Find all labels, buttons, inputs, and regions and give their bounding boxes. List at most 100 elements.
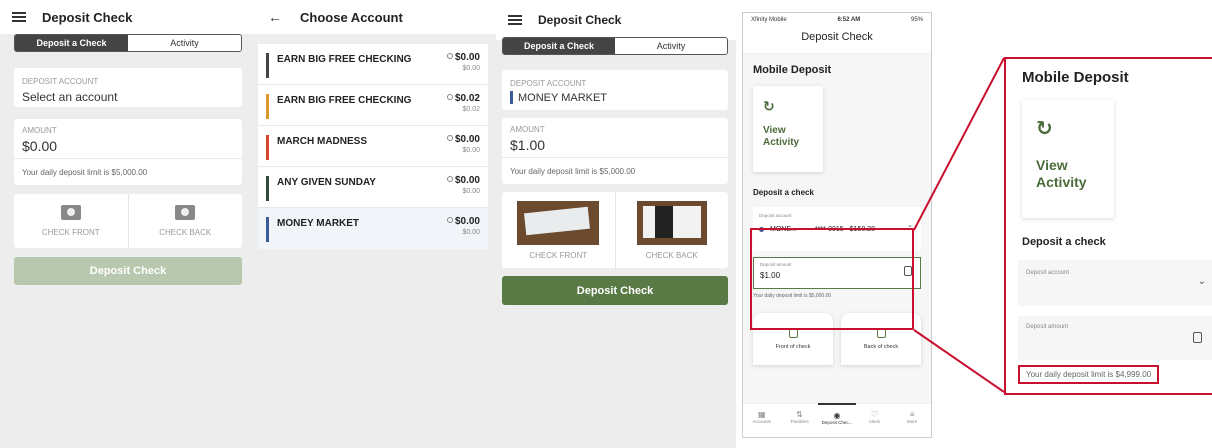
account-row-selected[interactable]: MONEY MARKET $0.00 $0.00 (258, 208, 488, 249)
refresh-icon: ↻ (763, 98, 775, 114)
check-back-label: CHECK BACK (645, 250, 698, 260)
account-balance: $0.00 (454, 216, 480, 227)
deposit-account-field[interactable]: DEPOSIT ACCOUNT Select an account (14, 68, 242, 107)
account-color-bar (266, 135, 269, 160)
account-row[interactable]: EARN BIG FREE CHECKING $0.02 $0.02 (258, 85, 488, 126)
account-name: ANY GIVEN SUNDAY (277, 177, 376, 188)
top-bar: Deposit Check (0, 0, 256, 34)
menu-icon[interactable] (508, 15, 522, 25)
deposit-account-label: DEPOSIT ACCOUNT (510, 79, 587, 88)
bottom-nav: ▦ Accounts ⇅ Transfers ◉ Deposit Chec... ♡ A… (743, 403, 931, 437)
deposit-a-check-heading: Deposit a check (753, 188, 814, 197)
account-row[interactable]: ANY GIVEN SUNDAY $0.00 $0.00 (258, 167, 488, 208)
deposit-account-field[interactable]: DEPOSIT ACCOUNT MONEY MARKET (502, 70, 728, 110)
view-activity-label: View Activity (763, 125, 800, 148)
camera-icon: ◉ (833, 411, 841, 420)
page-title: Deposit Check (42, 9, 133, 25)
deposit-amount-field[interactable]: Deposit amount (1018, 316, 1212, 360)
deposit-amount-label: Deposit amount (1026, 324, 1069, 330)
clock-icon (446, 217, 453, 223)
account-color-bar (266, 176, 269, 201)
amount-value: $1.00 (510, 137, 546, 153)
check-back-button[interactable]: CHECK BACK (127, 194, 243, 248)
check-back-label: CHECK BACK (159, 228, 212, 237)
bell-icon: ♡ (870, 410, 879, 419)
menu-icon[interactable] (12, 12, 26, 22)
zoomed-detail: Mobile Deposit ↻ View Activity Deposit a… (1004, 57, 1212, 395)
view-activity-tile[interactable]: ↻ View Activity (1022, 100, 1114, 218)
accounts-icon: ▦ (758, 410, 766, 419)
deposit-limit-text: Your daily deposit limit is $5,000.00 (510, 167, 636, 176)
check-front-button[interactable]: CHECK FRONT (502, 192, 615, 268)
account-name: EARN BIG FREE CHECKING (277, 95, 412, 106)
transfers-icon: ⇅ (796, 410, 803, 419)
amount-label: AMOUNT (22, 126, 57, 135)
segmented-tabs: Deposit a Check Activity (502, 37, 728, 55)
account-available: $0.00 (462, 229, 480, 236)
check-front-label: CHECK FRONT (41, 228, 100, 237)
segmented-tabs: Deposit a Check Activity (14, 34, 242, 52)
back-of-check-label: Back of check (863, 343, 899, 350)
back-arrow-icon[interactable]: ← (268, 9, 282, 25)
lock-icon (1193, 332, 1202, 343)
check-back-image (636, 200, 707, 245)
deposit-limit-text: Your daily deposit limit is $4,999.00 (1018, 365, 1160, 384)
tab-deposit-a-check[interactable]: Deposit a Check (503, 38, 615, 54)
account-balance: $0.02 (454, 93, 480, 104)
account-balance: $0.00 (454, 52, 480, 63)
check-capture-row: CHECK FRONT CHECK BACK (502, 192, 728, 268)
view-activity-tile[interactable]: ↻ View Activity (753, 86, 823, 172)
account-color-bar (266, 217, 269, 242)
deposit-account-label: DEPOSIT ACCOUNT (22, 77, 99, 86)
check-front-button[interactable]: CHECK FRONT (14, 194, 128, 248)
top-bar: ← Choose Account (256, 0, 496, 34)
deposit-check-button[interactable]: Deposit Check (502, 276, 728, 305)
deposit-account-label: Deposit account (1026, 270, 1070, 276)
screen-deposit-check-empty: Deposit Check Deposit a Check Activity D… (0, 0, 256, 448)
check-front-image (517, 200, 600, 245)
refresh-icon: ↻ (1036, 118, 1053, 140)
amount-value: $0.00 (22, 138, 58, 154)
camera-icon (175, 205, 196, 220)
clock-icon (446, 53, 453, 59)
nav-more[interactable]: ≡ More (893, 404, 931, 437)
check-back-button[interactable]: CHECK BACK (614, 192, 729, 268)
screen-phone-mobile-deposit: Xfinity Mobile 6:52 AM 95% Deposit Check… (736, 0, 1212, 448)
account-row[interactable]: MARCH MADNESS $0.00 $0.00 (258, 126, 488, 167)
account-row[interactable]: EARN BIG FREE CHECKING $0.00 $0.00 (258, 44, 488, 85)
page-title: Deposit Check (538, 13, 622, 27)
account-color-bar (266, 53, 269, 78)
page-title: Deposit Check (743, 27, 931, 54)
top-bar: Deposit Check (496, 0, 736, 40)
deposit-a-check-heading: Deposit a check (1022, 236, 1106, 248)
screen-deposit-check-filled: Deposit Check Deposit a Check Activity D… (496, 0, 736, 448)
chevron-down-icon: ⌄ (1197, 276, 1206, 287)
deposit-check-button[interactable]: Deposit Check (14, 257, 242, 285)
phone-frame: Xfinity Mobile 6:52 AM 95% Deposit Check… (742, 12, 932, 438)
clock-icon (446, 135, 453, 141)
clock-icon (446, 176, 453, 182)
camera-icon (60, 205, 81, 220)
amount-field[interactable]: AMOUNT $1.00 (502, 118, 728, 158)
front-of-check-label: Front of check (775, 343, 811, 350)
amount-field[interactable]: AMOUNT $0.00 (14, 119, 242, 159)
mobile-deposit-heading: Mobile Deposit (753, 64, 832, 76)
more-icon: ≡ (909, 410, 915, 419)
account-name: EARN BIG FREE CHECKING (277, 54, 412, 65)
tab-activity[interactable]: Activity (615, 38, 727, 54)
nav-transfers[interactable]: ⇅ Transfers (781, 404, 819, 437)
tab-activity[interactable]: Activity (128, 35, 241, 51)
deposit-limit-text: Your daily deposit limit is $5,000.00 (22, 168, 148, 177)
deposit-account-select[interactable]: Deposit account ⌄ (1018, 260, 1212, 306)
nav-deposit-check[interactable]: ◉ Deposit Chec... (818, 403, 856, 437)
tab-deposit-a-check[interactable]: Deposit a Check (15, 35, 128, 51)
account-name: MARCH MADNESS (277, 136, 367, 147)
account-balance: $0.00 (454, 134, 480, 145)
deposit-account-value: MONEY MARKET (518, 91, 608, 104)
account-available: $0.02 (462, 106, 480, 113)
nav-alerts[interactable]: ♡ Alerts (856, 404, 894, 437)
battery-label: 95% (910, 17, 923, 23)
amount-card: AMOUNT $1.00 Your daily deposit limit is… (502, 118, 728, 184)
status-bar: Xfinity Mobile 6:52 AM 95% (743, 13, 931, 27)
nav-accounts[interactable]: ▦ Accounts (743, 404, 781, 437)
